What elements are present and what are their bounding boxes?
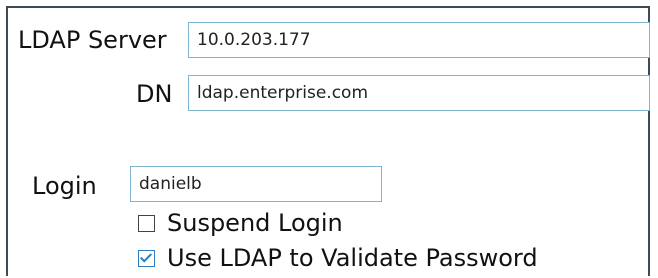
dn-label: DN <box>136 80 173 108</box>
login-label: Login <box>32 172 97 200</box>
use-ldap-option[interactable]: Use LDAP to Validate Password <box>138 244 538 272</box>
use-ldap-label: Use LDAP to Validate Password <box>167 244 538 272</box>
ldap-server-input[interactable] <box>188 22 650 58</box>
suspend-login-option[interactable]: Suspend Login <box>138 209 343 237</box>
login-input[interactable] <box>130 166 382 202</box>
use-ldap-checkbox[interactable] <box>138 249 155 267</box>
suspend-login-label: Suspend Login <box>167 209 343 237</box>
ldap-server-label: LDAP Server <box>18 26 167 54</box>
suspend-login-checkbox[interactable] <box>138 214 155 232</box>
ldap-settings-panel: LDAP Server DN Login Suspend Login Use L… <box>6 6 650 276</box>
dn-input[interactable] <box>188 75 650 111</box>
